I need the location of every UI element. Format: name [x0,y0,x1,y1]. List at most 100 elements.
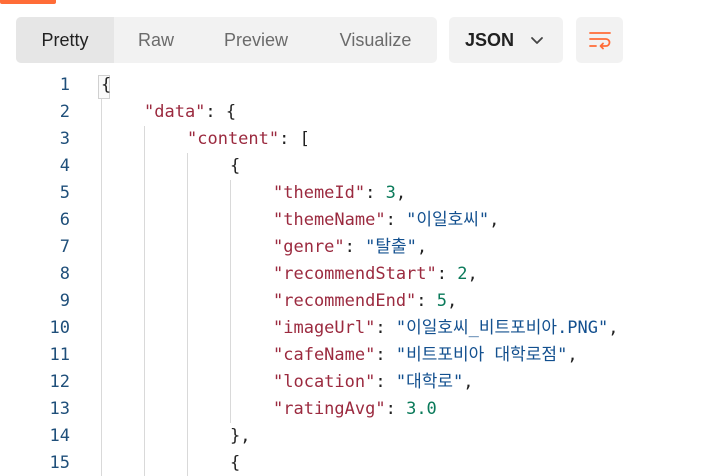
line-number: 2 [59,102,70,122]
code-line: 1{ [0,72,726,99]
json-punctuation: : [ [279,129,310,149]
json-separator: : [375,345,396,365]
view-mode-segmented-control: Pretty Raw Preview Visualize [16,17,437,63]
json-punctuation: { [230,156,241,176]
json-key: "genre" [273,237,345,257]
active-tab-indicator [0,0,56,4]
code-line: 7 "genre": "탈출", [0,234,726,261]
json-value: "이일호씨_비트포비아.PNG" [395,318,609,338]
response-view-toolbar: Pretty Raw Preview Visualize [16,17,437,63]
code-text: "imageUrl": "이일호씨_비트포비아.PNG", [273,315,619,342]
tab-preview[interactable]: Preview [198,17,314,63]
json-value: 3 [385,183,396,203]
code-text: "recommendEnd": 5, [273,288,457,315]
json-value: 5 [436,291,448,311]
code-text: { [230,450,240,476]
code-text: "themeId": 3, [273,180,406,207]
tab-pretty[interactable]: Pretty [16,17,114,63]
line-number: 4 [59,156,70,176]
line-number: 14 [49,426,70,446]
json-value: 3.0 [406,399,437,419]
code-line: 2 "data": { [0,99,726,126]
json-separator: : [375,318,396,338]
line-number: 6 [59,210,70,230]
json-key: "themeId" [273,183,366,203]
wrap-lines-icon [588,32,611,50]
line-number: 9 [59,291,70,311]
code-line: 13 "ratingAvg": 3.0 [0,396,726,423]
json-punctuation: { [230,453,241,473]
json-punctuation: { [101,75,112,95]
json-punctuation: , [463,372,474,392]
code-line: 8 "recommendStart": 2, [0,261,726,288]
json-punctuation: , [567,345,578,365]
code-text: { [230,153,240,180]
code-line: 12 "location": "대학로", [0,369,726,396]
json-key: "recommendEnd" [273,291,417,311]
code-text: "genre": "탈출", [273,234,427,261]
code-line: 6 "themeName": "이일호씨", [0,207,726,234]
line-number: 7 [59,237,70,257]
chevron-down-icon [531,37,543,44]
format-dropdown-value: JSON [465,29,515,50]
json-separator: : [385,399,407,419]
format-dropdown[interactable]: JSON [449,17,563,63]
code-text: "content": [ [187,126,310,153]
line-number: 13 [49,399,70,419]
json-key: "themeName" [273,210,386,230]
json-key: "cafeName" [273,345,376,365]
code-text: "location": "대학로", [273,369,473,396]
json-separator: : [416,291,437,311]
json-separator: : [375,372,396,392]
line-number: 10 [49,318,70,338]
json-punctuation: , [489,210,500,230]
code-line: 9 "recommendEnd": 5, [0,288,726,315]
json-punctuation: : { [205,102,237,122]
code-line: 5 "themeId": 3, [0,180,726,207]
json-separator: : [436,264,458,284]
json-punctuation: }, [230,426,251,446]
code-text: "cafeName": "비트포비아 대학로점", [273,342,578,369]
code-line: 4{ [0,153,726,180]
code-line: 15 { [0,450,726,476]
json-key: "content" [187,129,280,149]
json-value: "이일호씨" [406,210,490,230]
line-number: 8 [59,264,70,284]
code-text: "data": { [144,99,236,126]
json-separator: : [344,237,366,257]
code-text: "ratingAvg": 3.0 [273,396,437,423]
tab-raw[interactable]: Raw [114,17,198,63]
code-text: "recommendStart": 2, [273,261,478,288]
line-number: 11 [49,345,70,365]
code-line: 3 "content": [ [0,126,726,153]
code-line: 11 "cafeName": "비트포비아 대학로점", [0,342,726,369]
line-number: 5 [59,183,70,203]
json-punctuation: , [416,237,428,257]
code-line: 10 "imageUrl": "이일호씨_비트포비아.PNG", [0,315,726,342]
json-key: "imageUrl" [273,318,376,338]
json-value: "탈출" [365,237,417,257]
code-text: "themeName": "이일호씨", [273,207,499,234]
json-separator: : [365,183,386,203]
json-value: 2 [457,264,468,284]
json-punctuation: , [467,264,478,284]
json-key: "data" [144,102,206,122]
json-value: "비트포비아 대학로점" [395,345,568,365]
json-punctuation: , [608,318,619,338]
json-value: "대학로" [395,372,464,392]
json-key: "recommendStart" [273,264,437,284]
code-line: 14}, [0,423,726,450]
code-text: }, [230,423,250,450]
line-number: 15 [49,453,70,473]
tab-visualize[interactable]: Visualize [314,17,437,63]
response-body-editor[interactable]: 1{2 "data": {3 "content": [4{5 "themeId": 3… [0,72,726,476]
wrap-lines-button[interactable] [576,17,623,63]
json-key: "location" [273,372,376,392]
json-punctuation: , [395,183,407,203]
json-separator: : [385,210,407,230]
line-number: 1 [59,75,70,95]
line-number: 12 [49,372,70,392]
json-punctuation: , [447,291,458,311]
line-number: 3 [59,129,70,149]
code-text: { [101,72,111,99]
